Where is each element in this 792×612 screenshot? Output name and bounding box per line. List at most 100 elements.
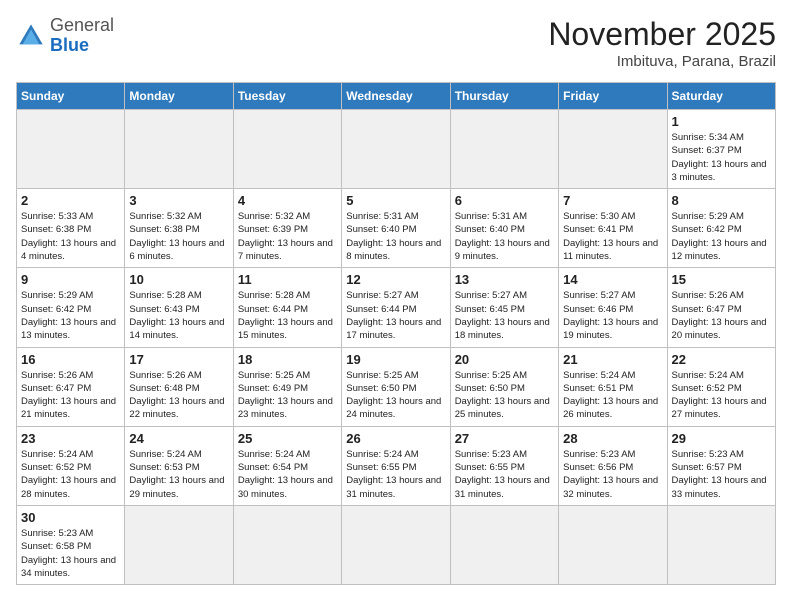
calendar-cell: [17, 110, 125, 189]
day-info: Sunrise: 5:24 AM Sunset: 6:52 PM Dayligh…: [21, 448, 120, 501]
calendar-cell: [125, 505, 233, 584]
logo-blue: Blue: [50, 36, 114, 56]
day-info: Sunrise: 5:29 AM Sunset: 6:42 PM Dayligh…: [21, 289, 120, 342]
weekday-header-thursday: Thursday: [450, 83, 558, 110]
day-number: 16: [21, 352, 120, 367]
day-number: 6: [455, 193, 554, 208]
day-number: 22: [672, 352, 771, 367]
day-number: 4: [238, 193, 337, 208]
calendar-cell: [450, 110, 558, 189]
calendar-cell: 28Sunrise: 5:23 AM Sunset: 6:56 PM Dayli…: [559, 426, 667, 505]
calendar-cell: 12 Sunrise: 5:27 AM Sunset: 6:44 PM Dayli…: [342, 268, 450, 347]
day-number: 1: [672, 114, 771, 129]
day-info: Sunrise: 5:33 AM Sunset: 6:38 PM Dayligh…: [21, 210, 120, 263]
day-info: Sunrise: 5:32 AM Sunset: 6:39 PM Dayligh…: [238, 210, 337, 263]
logo-general: General: [50, 16, 114, 36]
day-number: 20: [455, 352, 554, 367]
calendar-cell: 21 Sunrise: 5:24 AM Sunset: 6:51 PM Dayli…: [559, 347, 667, 426]
calendar-cell: 16 Sunrise: 5:26 AM Sunset: 6:47 PM Dayli…: [17, 347, 125, 426]
day-number: 24: [129, 431, 228, 446]
day-info: Sunrise: 5:23 AM Sunset: 6:58 PM Dayligh…: [21, 527, 120, 580]
day-info: Sunrise: 5:28 AM Sunset: 6:43 PM Dayligh…: [129, 289, 228, 342]
day-number: 25: [238, 431, 337, 446]
weekday-header-tuesday: Tuesday: [233, 83, 341, 110]
weekday-header-friday: Friday: [559, 83, 667, 110]
day-info: Sunrise: 5:27 AM Sunset: 6:46 PM Dayligh…: [563, 289, 662, 342]
calendar-cell: [450, 505, 558, 584]
calendar-cell: 14 Sunrise: 5:27 AM Sunset: 6:46 PM Dayli…: [559, 268, 667, 347]
day-number: 26: [346, 431, 445, 446]
calendar-cell: 10Sunrise: 5:28 AM Sunset: 6:43 PM Dayli…: [125, 268, 233, 347]
calendar-cell: 5Sunrise: 5:31 AM Sunset: 6:40 PM Daylig…: [342, 189, 450, 268]
day-number: 12: [346, 272, 445, 287]
calendar-cell: [342, 110, 450, 189]
day-info: Sunrise: 5:23 AM Sunset: 6:56 PM Dayligh…: [563, 448, 662, 501]
weekday-header-monday: Monday: [125, 83, 233, 110]
logo-text: General Blue: [50, 16, 114, 56]
calendar-cell: 13 Sunrise: 5:27 AM Sunset: 6:45 PM Dayli…: [450, 268, 558, 347]
day-number: 30: [21, 510, 120, 525]
day-info: Sunrise: 5:26 AM Sunset: 6:47 PM Dayligh…: [21, 369, 120, 422]
title-block: November 2025 Imbituva, Parana, Brazil: [548, 16, 776, 70]
calendar-week-1: 1 Sunrise: 5:34 AM Sunset: 6:37 PM Daylig…: [17, 110, 776, 189]
day-number: 15: [672, 272, 771, 287]
calendar-week-3: 9Sunrise: 5:29 AM Sunset: 6:42 PM Daylig…: [17, 268, 776, 347]
day-number: 19: [346, 352, 445, 367]
day-number: 17: [129, 352, 228, 367]
calendar-cell: [233, 505, 341, 584]
calendar-cell: 9Sunrise: 5:29 AM Sunset: 6:42 PM Daylig…: [17, 268, 125, 347]
day-number: 14: [563, 272, 662, 287]
calendar-cell: [559, 110, 667, 189]
calendar-cell: 11Sunrise: 5:28 AM Sunset: 6:44 PM Dayli…: [233, 268, 341, 347]
calendar-cell: 26Sunrise: 5:24 AM Sunset: 6:55 PM Dayli…: [342, 426, 450, 505]
weekday-header-saturday: Saturday: [667, 83, 775, 110]
calendar-body: 1 Sunrise: 5:34 AM Sunset: 6:37 PM Daylig…: [17, 110, 776, 585]
calendar-week-2: 2 Sunrise: 5:33 AM Sunset: 6:38 PM Daylig…: [17, 189, 776, 268]
calendar-cell: 27Sunrise: 5:23 AM Sunset: 6:55 PM Dayli…: [450, 426, 558, 505]
calendar-cell: 24 Sunrise: 5:24 AM Sunset: 6:53 PM Dayli…: [125, 426, 233, 505]
day-number: 18: [238, 352, 337, 367]
weekday-header-sunday: Sunday: [17, 83, 125, 110]
calendar-cell: [667, 505, 775, 584]
day-info: Sunrise: 5:30 AM Sunset: 6:41 PM Dayligh…: [563, 210, 662, 263]
calendar-cell: 25Sunrise: 5:24 AM Sunset: 6:54 PM Dayli…: [233, 426, 341, 505]
day-number: 2: [21, 193, 120, 208]
calendar-cell: 15 Sunrise: 5:26 AM Sunset: 6:47 PM Dayli…: [667, 268, 775, 347]
calendar-cell: 30 Sunrise: 5:23 AM Sunset: 6:58 PM Dayli…: [17, 505, 125, 584]
day-info: Sunrise: 5:27 AM Sunset: 6:44 PM Dayligh…: [346, 289, 445, 342]
day-number: 29: [672, 431, 771, 446]
calendar-cell: 23 Sunrise: 5:24 AM Sunset: 6:52 PM Dayli…: [17, 426, 125, 505]
calendar-cell: [125, 110, 233, 189]
day-info: Sunrise: 5:32 AM Sunset: 6:38 PM Dayligh…: [129, 210, 228, 263]
day-info: Sunrise: 5:25 AM Sunset: 6:49 PM Dayligh…: [238, 369, 337, 422]
day-info: Sunrise: 5:26 AM Sunset: 6:47 PM Dayligh…: [672, 289, 771, 342]
day-info: Sunrise: 5:31 AM Sunset: 6:40 PM Dayligh…: [455, 210, 554, 263]
day-number: 13: [455, 272, 554, 287]
day-number: 11: [238, 272, 337, 287]
day-number: 5: [346, 193, 445, 208]
calendar-cell: 17Sunrise: 5:26 AM Sunset: 6:48 PM Dayli…: [125, 347, 233, 426]
calendar-week-5: 23 Sunrise: 5:24 AM Sunset: 6:52 PM Dayli…: [17, 426, 776, 505]
location-subtitle: Imbituva, Parana, Brazil: [548, 53, 776, 70]
day-info: Sunrise: 5:34 AM Sunset: 6:37 PM Dayligh…: [672, 131, 771, 184]
calendar-cell: 2 Sunrise: 5:33 AM Sunset: 6:38 PM Daylig…: [17, 189, 125, 268]
day-info: Sunrise: 5:27 AM Sunset: 6:45 PM Dayligh…: [455, 289, 554, 342]
day-number: 23: [21, 431, 120, 446]
calendar-cell: 7Sunrise: 5:30 AM Sunset: 6:41 PM Daylig…: [559, 189, 667, 268]
day-info: Sunrise: 5:23 AM Sunset: 6:57 PM Dayligh…: [672, 448, 771, 501]
calendar-cell: 1 Sunrise: 5:34 AM Sunset: 6:37 PM Daylig…: [667, 110, 775, 189]
day-info: Sunrise: 5:24 AM Sunset: 6:53 PM Dayligh…: [129, 448, 228, 501]
calendar-header: SundayMondayTuesdayWednesdayThursdayFrid…: [17, 83, 776, 110]
day-info: Sunrise: 5:25 AM Sunset: 6:50 PM Dayligh…: [346, 369, 445, 422]
logo-icon: [16, 21, 46, 51]
calendar-cell: 3 Sunrise: 5:32 AM Sunset: 6:38 PM Daylig…: [125, 189, 233, 268]
day-number: 3: [129, 193, 228, 208]
day-number: 21: [563, 352, 662, 367]
day-info: Sunrise: 5:29 AM Sunset: 6:42 PM Dayligh…: [672, 210, 771, 263]
calendar-week-6: 30 Sunrise: 5:23 AM Sunset: 6:58 PM Dayli…: [17, 505, 776, 584]
calendar-cell: 8Sunrise: 5:29 AM Sunset: 6:42 PM Daylig…: [667, 189, 775, 268]
day-info: Sunrise: 5:23 AM Sunset: 6:55 PM Dayligh…: [455, 448, 554, 501]
day-info: Sunrise: 5:24 AM Sunset: 6:51 PM Dayligh…: [563, 369, 662, 422]
calendar-cell: 29 Sunrise: 5:23 AM Sunset: 6:57 PM Dayli…: [667, 426, 775, 505]
calendar-cell: 4 Sunrise: 5:32 AM Sunset: 6:39 PM Daylig…: [233, 189, 341, 268]
